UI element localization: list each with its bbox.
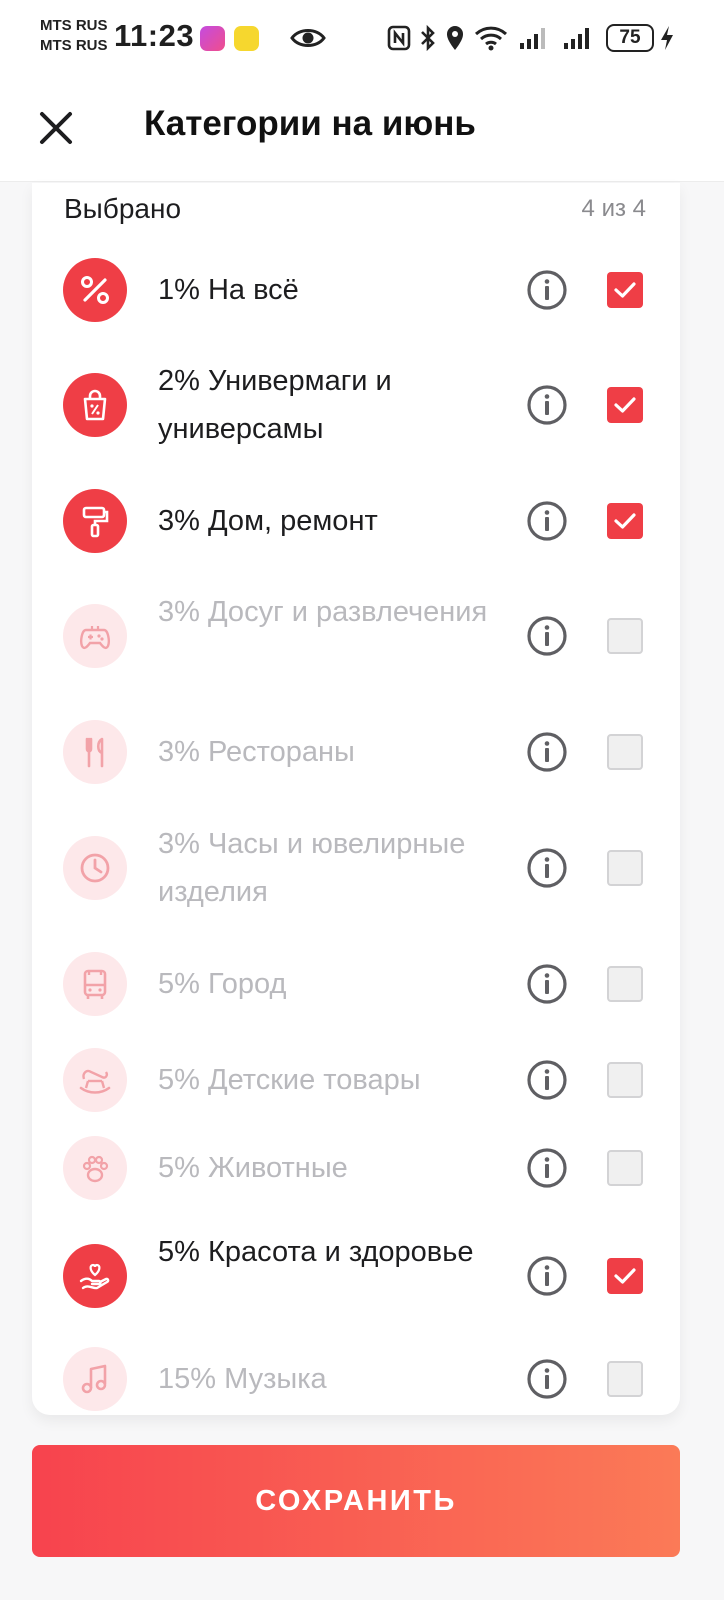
app-header: Категории на июнь <box>0 78 724 182</box>
percent-icon <box>63 257 127 322</box>
heart-hand-icon <box>63 1243 127 1308</box>
bluetooth-icon <box>421 24 435 52</box>
battery-icon: 75 <box>606 24 654 52</box>
checkmark-icon <box>614 512 636 529</box>
category-label: 3% Дом, ремонт <box>158 504 378 537</box>
category-checkbox[interactable] <box>607 1257 643 1294</box>
category-row[interactable]: 15% Музыка <box>32 1342 680 1415</box>
checkmark-icon <box>614 281 636 298</box>
category-row[interactable]: 5% Красота и здоровье <box>32 1209 680 1342</box>
bus-icon <box>63 951 127 1016</box>
carrier-names: MTS RUS MTS RUS <box>40 16 108 56</box>
category-checkbox[interactable] <box>607 618 643 654</box>
info-icon[interactable] <box>526 1358 568 1400</box>
signal-icon <box>564 28 589 49</box>
status-bar: MTS RUS MTS RUS 11:23 75 <box>0 0 724 78</box>
category-row[interactable]: 3% Рестораны <box>32 702 680 801</box>
charging-icon <box>661 26 673 50</box>
fork-knife-icon <box>63 719 127 784</box>
category-checkbox[interactable] <box>607 965 643 1002</box>
category-row[interactable]: 1% На всё <box>32 240 680 339</box>
carrier-1: MTS RUS <box>40 17 108 34</box>
category-label: 5% Город <box>158 967 287 1000</box>
selected-count: 4 из 4 <box>581 195 646 222</box>
page-title: Категории на июнь <box>144 104 476 143</box>
category-row[interactable]: 5% Животные <box>32 1126 680 1209</box>
selected-label: Выбрано <box>64 193 182 224</box>
category-checkbox[interactable] <box>607 1061 643 1098</box>
paw-icon <box>63 1135 127 1200</box>
category-label: 5% Детские товары <box>158 1063 421 1096</box>
checkmark-icon <box>614 397 636 413</box>
close-icon[interactable] <box>34 106 78 150</box>
info-icon[interactable] <box>526 963 568 1005</box>
shopping-bag-icon <box>63 373 127 437</box>
clock-icon <box>63 835 127 900</box>
rocking-horse-icon <box>63 1047 127 1112</box>
status-time: 11:23 <box>114 18 195 53</box>
delivery-notification-icon <box>234 26 259 51</box>
info-icon[interactable] <box>526 731 568 773</box>
category-row[interactable]: 2% Универмаги и универсамы <box>32 339 680 471</box>
category-checkbox[interactable] <box>607 502 643 539</box>
categories-card[interactable]: Выбрано 4 из 4 1% На всё 2% Универмаги и … <box>32 183 680 1415</box>
category-label: 5% Животные <box>158 1151 348 1184</box>
eye-icon <box>290 29 326 47</box>
checkmark-icon <box>614 1267 636 1284</box>
category-row[interactable]: 3% Часы и ювелирные изделия <box>32 801 680 934</box>
wifi-icon <box>474 26 508 51</box>
info-icon[interactable] <box>526 615 568 657</box>
category-checkbox[interactable] <box>607 1360 643 1397</box>
category-checkbox[interactable] <box>607 271 643 308</box>
info-icon[interactable] <box>526 847 568 889</box>
category-checkbox[interactable] <box>607 387 643 423</box>
app-notification-icon <box>200 26 225 51</box>
gamepad-icon <box>63 604 127 668</box>
category-row[interactable]: 3% Дом, ремонт <box>32 471 680 570</box>
location-icon <box>447 26 463 50</box>
category-label: 3% Часы и ювелирные изделия <box>158 827 466 908</box>
category-row[interactable]: 3% Досуг и развлечения <box>32 570 680 702</box>
category-label: 3% Досуг и развлечения <box>158 596 488 628</box>
category-checkbox[interactable] <box>607 1149 643 1186</box>
category-label: 15% Музыка <box>158 1362 327 1395</box>
category-label: 1% На всё <box>158 273 299 306</box>
info-icon[interactable] <box>526 500 568 542</box>
paint-roller-icon <box>63 488 127 553</box>
category-checkbox[interactable] <box>607 733 643 770</box>
info-icon[interactable] <box>526 1147 568 1189</box>
category-label: 3% Рестораны <box>158 735 355 768</box>
nfc-icon <box>387 25 411 51</box>
category-row[interactable]: 5% Детские товары <box>32 1033 680 1126</box>
info-icon[interactable] <box>526 384 568 426</box>
info-icon[interactable] <box>526 1059 568 1101</box>
info-icon[interactable] <box>526 1255 568 1297</box>
category-label: 5% Красота и здоровье <box>158 1235 474 1268</box>
category-checkbox[interactable] <box>607 849 643 886</box>
category-row[interactable]: 5% Город <box>32 934 680 1033</box>
carrier-2: MTS RUS <box>40 37 108 54</box>
music-note-icon <box>63 1346 127 1411</box>
save-button[interactable]: СОХРАНИТЬ <box>32 1445 680 1557</box>
signal-icon <box>520 28 545 49</box>
category-label: 2% Универмаги и универсамы <box>158 365 392 445</box>
info-icon[interactable] <box>526 269 568 311</box>
